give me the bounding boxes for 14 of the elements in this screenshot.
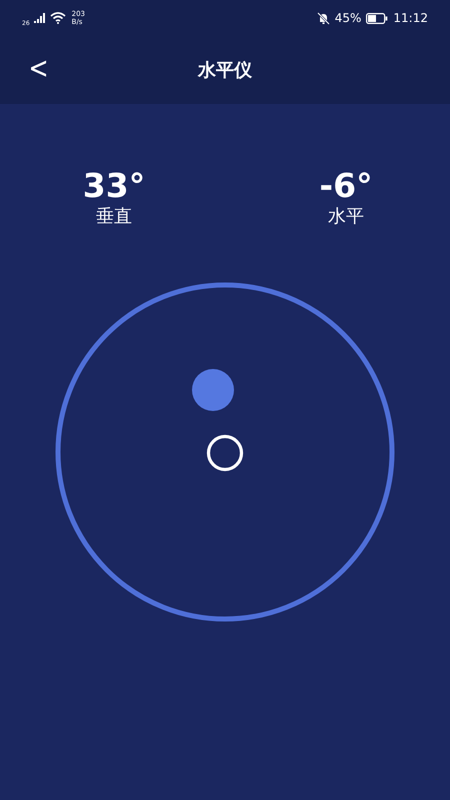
angle-value: -6° <box>319 166 373 206</box>
angle-value: 33° <box>82 166 146 206</box>
signal-icon <box>34 13 46 23</box>
battery-percent: 45% <box>334 11 362 25</box>
bubble <box>192 369 234 411</box>
angle-label: 水平 <box>328 205 364 229</box>
battery-icon <box>366 12 388 24</box>
back-button[interactable]: < <box>24 50 54 88</box>
wifi-icon <box>50 12 66 24</box>
angle-label: 垂直 <box>96 205 132 229</box>
bell-off-icon <box>316 12 330 24</box>
page-title: 水平仪 <box>198 59 252 82</box>
center-target <box>206 434 244 472</box>
clock: 11:12 <box>393 11 428 25</box>
